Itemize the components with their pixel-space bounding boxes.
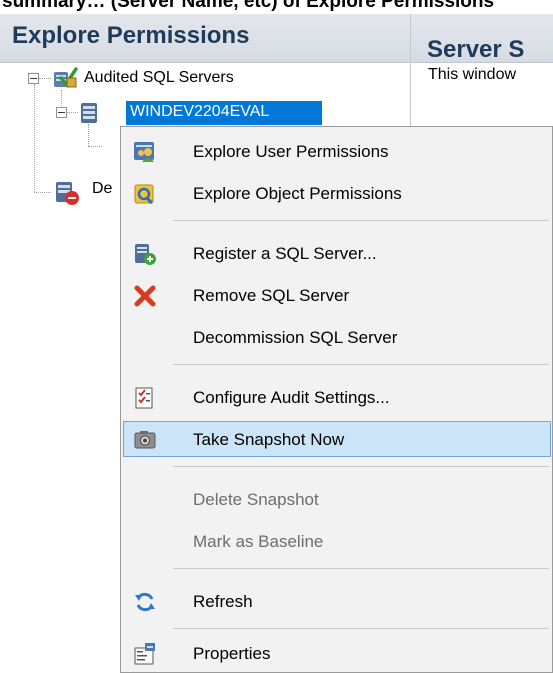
menu-separator xyxy=(173,568,549,569)
object-permissions-icon xyxy=(133,182,157,206)
menu-item-remove-server[interactable]: Remove SQL Server xyxy=(121,277,553,315)
menu-separator xyxy=(173,466,549,467)
camera-icon xyxy=(133,428,157,452)
register-server-icon xyxy=(133,242,157,266)
caption-strip: summary… (Server Name, etc) of Explore P… xyxy=(0,0,553,14)
tree-line xyxy=(88,124,89,146)
menu-item-decommission-server[interactable]: Decommission SQL Server xyxy=(121,319,553,357)
menu-separator xyxy=(173,364,549,365)
tree-line xyxy=(39,78,51,79)
menu-item-label: Register a SQL Server... xyxy=(193,244,377,263)
menu-item-label: Explore User Permissions xyxy=(193,142,389,161)
server-summary-header: Server S xyxy=(411,14,553,63)
menu-item-register-server[interactable]: Register a SQL Server... xyxy=(121,235,553,273)
tree-line xyxy=(88,146,102,147)
menu-item-label: Configure Audit Settings... xyxy=(193,388,390,407)
context-menu: Explore User Permissions Explore Object … xyxy=(120,126,553,673)
tree-item-decommissioned[interactable]: De xyxy=(92,180,112,198)
page-title: Explore Permissions xyxy=(12,22,250,49)
menu-item-label: Explore Object Permissions xyxy=(193,184,402,203)
audited-servers-icon xyxy=(52,66,78,90)
collapse-toggle[interactable] xyxy=(56,107,67,118)
audit-checklist-icon xyxy=(133,386,157,410)
tree-item-server[interactable]: WINDEV2204EVAL xyxy=(126,101,322,125)
menu-item-mark-as-baseline[interactable]: Mark as Baseline xyxy=(121,523,553,561)
menu-separator xyxy=(173,628,549,629)
remove-x-icon xyxy=(133,284,157,308)
user-permissions-icon xyxy=(133,140,157,164)
menu-item-explore-object-permissions[interactable]: Explore Object Permissions xyxy=(121,175,553,213)
menu-item-configure-audit-settings[interactable]: Configure Audit Settings... xyxy=(121,379,553,417)
tree-line xyxy=(66,112,78,113)
menu-item-label: Properties xyxy=(193,644,271,663)
menu-item-take-snapshot[interactable]: Take Snapshot Now xyxy=(121,421,553,459)
menu-item-delete-snapshot[interactable]: Delete Snapshot xyxy=(121,481,553,519)
menu-separator xyxy=(173,220,549,221)
menu-item-properties[interactable]: Properties xyxy=(121,635,553,673)
tree-item-audited-sql-servers[interactable]: Audited SQL Servers xyxy=(84,69,234,87)
menu-item-label: Mark as Baseline xyxy=(193,532,324,551)
menu-item-refresh[interactable]: Refresh xyxy=(121,583,553,621)
refresh-icon xyxy=(133,590,157,614)
caption-text: summary… (Server Name, etc) of Explore P… xyxy=(2,0,495,12)
menu-item-label: Refresh xyxy=(193,592,253,611)
tree-line xyxy=(34,192,51,193)
properties-icon xyxy=(133,642,157,666)
menu-item-label: Decommission SQL Server xyxy=(193,328,398,347)
server-summary-text: This window xyxy=(428,66,517,83)
collapse-toggle[interactable] xyxy=(28,73,39,84)
server-summary-body: This window xyxy=(411,62,553,92)
tree-line xyxy=(34,84,35,192)
sql-server-icon xyxy=(79,101,101,125)
decommissioned-server-icon xyxy=(54,180,80,206)
menu-item-explore-user-permissions[interactable]: Explore User Permissions xyxy=(121,133,553,171)
server-summary-title: Server S xyxy=(427,36,525,63)
menu-item-label: Remove SQL Server xyxy=(193,286,350,305)
tree-item-server-label: WINDEV2204EVAL xyxy=(130,103,270,120)
menu-item-label: Delete Snapshot xyxy=(193,490,319,509)
menu-item-label: Take Snapshot Now xyxy=(193,430,345,449)
